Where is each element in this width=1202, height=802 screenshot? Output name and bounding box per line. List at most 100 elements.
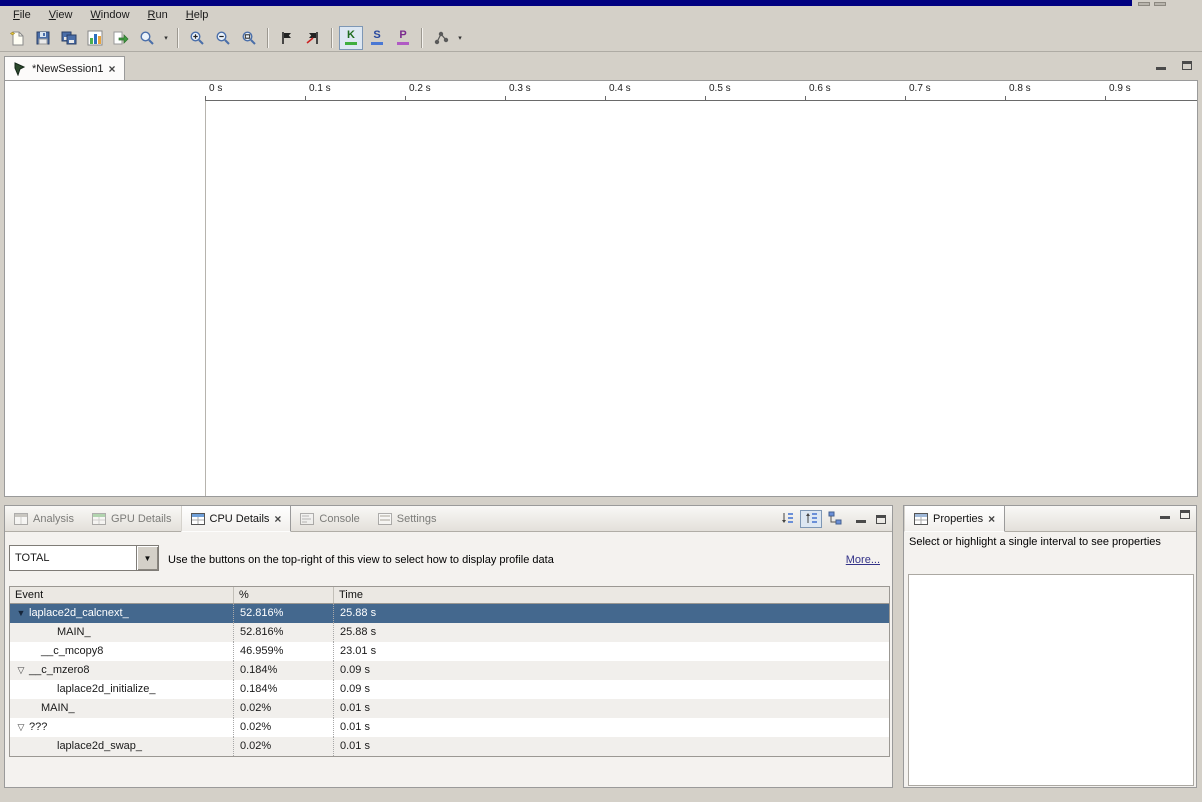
ruler-tick-label: 0.1 s xyxy=(309,83,331,94)
editor-tab-area: *NewSession1 × xyxy=(4,56,1198,80)
sort-by-name-button[interactable] xyxy=(776,510,798,528)
properties-tabrow: Properties × xyxy=(904,506,1196,532)
save-button[interactable] xyxy=(31,26,55,50)
tab-analysis[interactable]: Analysis xyxy=(5,506,83,531)
minimize-view-icon[interactable] xyxy=(1160,511,1170,519)
timeline-ruler: 0 s 0.1 s 0.2 s 0.3 s 0.4 s 0.5 s 0.6 s … xyxy=(5,81,1197,101)
table-row[interactable]: MAIN_ 52.816% 25.88 s xyxy=(10,623,889,642)
vertical-splitter[interactable] xyxy=(893,505,903,788)
session-tab[interactable]: *NewSession1 × xyxy=(4,56,125,80)
event-percent: 52.816% xyxy=(234,623,334,642)
table-row[interactable]: MAIN_ 0.02% 0.01 s xyxy=(10,699,889,718)
zoom-in-button[interactable] xyxy=(185,26,209,50)
minimize-view-icon[interactable] xyxy=(1156,62,1166,70)
tab-settings[interactable]: Settings xyxy=(369,506,446,531)
table-row[interactable]: __c_mcopy8 46.959% 23.01 s xyxy=(10,642,889,661)
toolbar-separator xyxy=(177,28,179,48)
combo-dropdown-button[interactable]: ▼ xyxy=(136,546,158,570)
ruler-tick-label: 0.8 s xyxy=(1009,83,1031,94)
analysis-button[interactable] xyxy=(429,26,453,50)
session-tab-close-icon[interactable]: × xyxy=(109,64,116,74)
menu-help[interactable]: Help xyxy=(177,8,218,22)
analysis-icon xyxy=(433,30,449,46)
column-header-time[interactable]: Time xyxy=(334,587,889,603)
ruler-tick-label: 0.6 s xyxy=(809,83,831,94)
event-name: laplace2d_calcnext_ xyxy=(29,607,129,619)
event-percent: 52.816% xyxy=(234,604,334,623)
cpu-details-tab-close-icon[interactable]: × xyxy=(274,514,281,524)
console-tab-icon xyxy=(300,513,314,525)
horizontal-splitter[interactable] xyxy=(0,497,1202,505)
sort-descending-icon xyxy=(804,511,818,528)
maximize-view-icon[interactable] xyxy=(1182,61,1192,70)
details-view: Analysis GPU Details CPU Details × Conso… xyxy=(4,505,893,788)
menu-file[interactable]: File xyxy=(4,8,40,22)
event-name: __c_mcopy8 xyxy=(41,645,103,657)
tab-cpu-details[interactable]: CPU Details × xyxy=(181,506,292,532)
sort-by-time-button[interactable] xyxy=(800,510,822,528)
minimize-view-icon[interactable] xyxy=(856,515,866,523)
menubar: File View Window Run Help xyxy=(0,6,1202,24)
profile-table-header: Event % Time xyxy=(10,587,889,604)
event-name: laplace2d_initialize_ xyxy=(57,683,155,695)
column-header-event[interactable]: Event xyxy=(10,587,234,603)
tab-properties[interactable]: Properties × xyxy=(904,506,1005,532)
session-icon xyxy=(13,62,27,76)
tab-console[interactable]: Console xyxy=(291,506,368,531)
zoom-out-button[interactable] xyxy=(211,26,235,50)
menu-run[interactable]: Run xyxy=(139,8,177,22)
zoom-fit-button[interactable] xyxy=(237,26,261,50)
settings-tab-icon xyxy=(378,513,392,525)
kernel-grouping-button[interactable]: K xyxy=(339,26,363,50)
event-percent: 0.02% xyxy=(234,737,334,756)
tree-expander-icon[interactable]: ▽ xyxy=(13,661,29,680)
zoom-out-icon xyxy=(215,30,231,46)
save-all-icon xyxy=(61,30,77,46)
ruler-tick-label: 0.3 s xyxy=(509,83,531,94)
profile-table: Event % Time ▼laplace2d_calcnext_ 52.816… xyxy=(9,586,890,757)
editor-view-controls xyxy=(1156,61,1192,70)
main-toolbar: ▾ K S P xyxy=(0,24,1202,52)
table-row[interactable]: laplace2d_swap_ 0.02% 0.01 s xyxy=(10,737,889,756)
save-all-button[interactable] xyxy=(57,26,81,50)
stream-grouping-button[interactable]: S xyxy=(365,26,389,50)
previous-marker-button[interactable] xyxy=(301,26,325,50)
new-session-button[interactable] xyxy=(5,26,29,50)
column-header-percent[interactable]: % xyxy=(234,587,334,603)
tab-gpu-details[interactable]: GPU Details xyxy=(83,506,181,531)
zoom-fit-icon xyxy=(241,30,257,46)
process-grouping-button[interactable]: P xyxy=(391,26,415,50)
maximize-view-icon[interactable] xyxy=(876,515,886,524)
next-marker-button[interactable] xyxy=(275,26,299,50)
menu-view[interactable]: View xyxy=(40,8,82,22)
event-name: laplace2d_swap_ xyxy=(57,740,142,752)
more-link[interactable]: More... xyxy=(846,554,880,566)
event-percent: 0.02% xyxy=(234,699,334,718)
properties-tab-close-icon[interactable]: × xyxy=(988,514,995,524)
maximize-view-icon[interactable] xyxy=(1180,510,1190,519)
table-row[interactable]: ▽__c_mzero8 0.184% 0.09 s xyxy=(10,661,889,680)
session-tab-label: *NewSession1 xyxy=(32,63,104,75)
profile-chart-icon xyxy=(87,30,103,46)
stream-grouping-icon: S xyxy=(367,28,387,48)
display-mode-combo[interactable]: TOTAL ▼ xyxy=(9,545,159,571)
export-button[interactable] xyxy=(109,26,133,50)
search-icon xyxy=(139,30,155,46)
table-row[interactable]: ▽??? 0.02% 0.01 s xyxy=(10,718,889,737)
call-tree-button[interactable] xyxy=(824,510,846,528)
profile-application-button[interactable] xyxy=(83,26,107,50)
event-time: 0.01 s xyxy=(334,718,889,737)
ruler-tick-label: 0.9 s xyxy=(1109,83,1131,94)
event-time: 0.09 s xyxy=(334,680,889,699)
table-row[interactable]: ▼laplace2d_calcnext_ 52.816% 25.88 s xyxy=(10,604,889,623)
search-button[interactable] xyxy=(135,26,159,50)
save-icon xyxy=(35,30,51,46)
menu-window[interactable]: Window xyxy=(81,8,138,22)
table-row[interactable]: laplace2d_initialize_ 0.184% 0.09 s xyxy=(10,680,889,699)
tree-expander-icon[interactable]: ▼ xyxy=(13,604,29,623)
tree-expander-icon[interactable]: ▽ xyxy=(13,718,29,737)
new-session-icon xyxy=(9,30,25,46)
gpu-details-tab-icon xyxy=(92,513,106,525)
analysis-dropdown-button[interactable]: ▾ xyxy=(454,26,466,50)
search-dropdown-button[interactable]: ▾ xyxy=(160,26,172,50)
